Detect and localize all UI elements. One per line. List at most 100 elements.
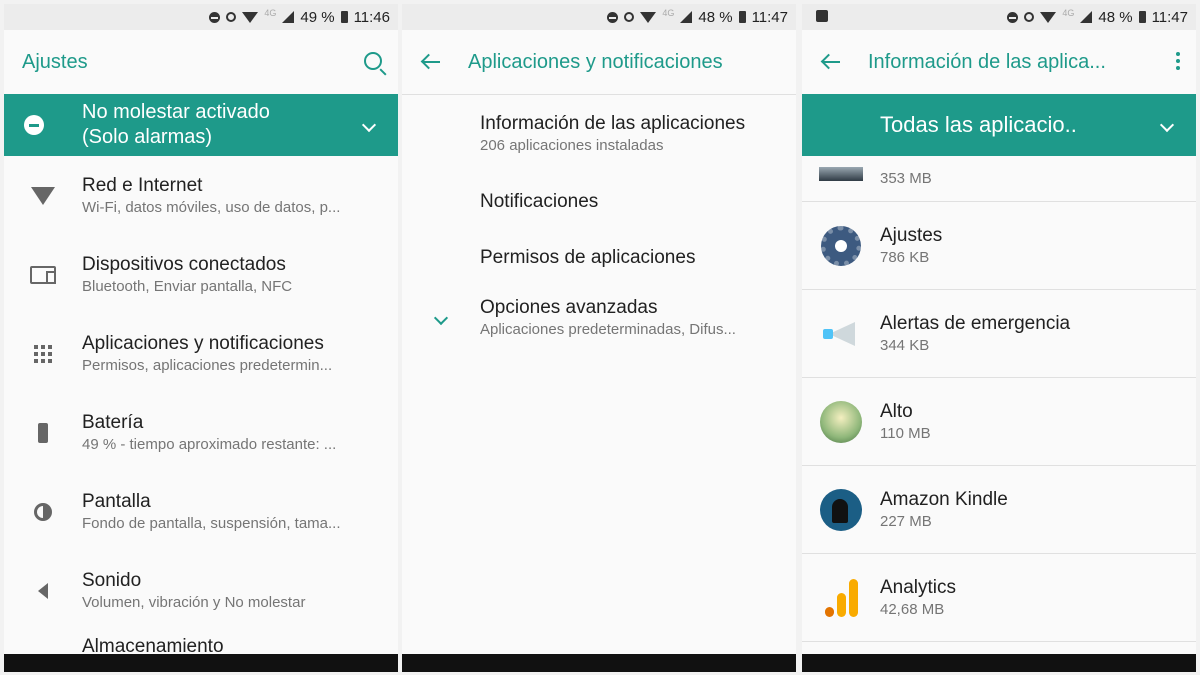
app-bar: Aplicaciones y notificaciones xyxy=(402,30,796,95)
dnd-text: No molestar activado (Solo alarmas) xyxy=(82,100,364,150)
item-title: Información de las aplicaciones xyxy=(480,113,746,134)
app-row-analytics[interactable]: Analytics 42,68 MB xyxy=(802,554,1196,642)
settings-item-devices[interactable]: Dispositivos conectados Bluetooth, Enviar… xyxy=(4,235,398,314)
do-not-disturb-icon xyxy=(24,115,44,135)
dnd-mode: (Solo alarmas) xyxy=(82,126,213,148)
network-type: 4G xyxy=(662,8,675,18)
signal-icon xyxy=(1080,11,1093,23)
brightness-icon xyxy=(34,502,52,521)
item-subtitle: Aplicaciones predeterminadas, Difus... xyxy=(480,321,736,338)
more-options-icon[interactable] xyxy=(1176,52,1180,70)
kindle-icon xyxy=(820,488,862,531)
alarm-icon xyxy=(1024,12,1035,22)
chevron-down-icon xyxy=(433,310,449,326)
status-bar: 4G 48 % 11:47 xyxy=(802,4,1196,30)
alarm-icon xyxy=(624,12,635,22)
app-row-ajustes[interactable]: Ajustes 786 KB xyxy=(802,202,1196,290)
network-type: 4G xyxy=(264,8,277,18)
app-bar: Ajustes xyxy=(4,30,398,95)
analytics-icon xyxy=(824,578,858,617)
chevron-down-icon[interactable] xyxy=(361,117,377,133)
dnd-status-icon xyxy=(607,11,619,23)
item-title: Permisos de aplicaciones xyxy=(480,247,696,268)
back-arrow-icon[interactable] xyxy=(420,51,442,73)
wifi-status-icon xyxy=(242,11,259,23)
item-subtitle: 206 aplicaciones instaladas xyxy=(480,137,664,154)
search-icon[interactable] xyxy=(364,52,382,70)
item-title: Pantalla xyxy=(82,490,151,512)
filter-label: Todas las aplicacio.. xyxy=(880,112,1077,137)
navigation-bar xyxy=(4,654,398,672)
item-title: Aplicaciones y notificaciones xyxy=(82,332,324,354)
installed-apps-list: 353 MB Ajustes 786 KB Alertas de emergenc… xyxy=(802,156,1196,642)
app-info-screen: 4G 48 % 11:47 Información de las aplica.… xyxy=(802,4,1196,672)
apps-grid-icon xyxy=(34,344,52,363)
network-type: 4G xyxy=(1062,8,1075,18)
settings-item-network[interactable]: Red e Internet Wi-Fi, datos móviles, uso … xyxy=(4,156,398,235)
page-title: Aplicaciones y notificaciones xyxy=(468,50,723,73)
settings-item-display[interactable]: Pantalla Fondo de pantalla, suspensión, t… xyxy=(4,472,398,551)
battery-status-icon xyxy=(738,11,746,23)
devices-icon xyxy=(30,265,56,284)
back-arrow-icon[interactable] xyxy=(820,51,842,73)
dnd-banner[interactable]: No molestar activado (Solo alarmas) xyxy=(4,94,398,156)
item-subtitle: Fondo de pantalla, suspensión, tama... xyxy=(82,514,341,532)
app-size: 344 KB xyxy=(880,336,930,354)
app-name: Analytics xyxy=(880,576,957,598)
battery-status-icon xyxy=(340,11,348,23)
item-title: Red e Internet xyxy=(82,174,203,196)
signal-icon xyxy=(680,11,693,23)
settings-item-apps[interactable]: Aplicaciones y notificaciones Permisos, a… xyxy=(4,314,398,393)
menu-item-notifications[interactable]: Notificaciones xyxy=(402,173,796,231)
app-row-kindle[interactable]: Amazon Kindle 227 MB xyxy=(802,466,1196,554)
battery-percent: 48 % xyxy=(1098,8,1133,26)
battery-icon xyxy=(38,422,48,443)
item-title: Dispositivos conectados xyxy=(82,253,286,275)
app-row-alertas[interactable]: Alertas de emergencia 344 KB xyxy=(802,290,1196,378)
apps-notifications-screen: 4G 48 % 11:47 Aplicaciones y notificacio… xyxy=(402,4,796,672)
chevron-down-icon xyxy=(1159,117,1175,133)
item-subtitle: Wi-Fi, datos móviles, uso de datos, p... xyxy=(82,198,341,216)
signal-icon xyxy=(282,11,295,23)
menu-item-app-permissions[interactable]: Permisos de aplicaciones xyxy=(402,231,796,285)
item-title: Notificaciones xyxy=(480,191,599,212)
app-row-alto[interactable]: Alto 110 MB xyxy=(802,378,1196,466)
page-title: Información de las aplica... xyxy=(868,50,1106,73)
app-name: Alertas de emergencia xyxy=(880,312,1071,334)
item-title: Opciones avanzadas xyxy=(480,297,658,318)
item-subtitle: Bluetooth, Enviar pantalla, NFC xyxy=(82,277,293,295)
alarm-icon xyxy=(226,12,237,22)
navigation-bar xyxy=(402,654,796,672)
app-size: 42,68 MB xyxy=(880,600,945,618)
settings-item-sound[interactable]: Sonido Volumen, vibración y No molestar xyxy=(4,551,398,630)
menu-item-advanced[interactable]: Opciones avanzadas Aplicaciones predeterm… xyxy=(402,285,796,351)
settings-screen: 4G 49 % 11:46 Ajustes No molestar activa… xyxy=(4,4,398,672)
item-title: Batería xyxy=(82,411,144,433)
wifi-status-icon xyxy=(1040,11,1057,23)
settings-gear-icon xyxy=(821,225,861,266)
app-filter-dropdown[interactable]: Todas las aplicacio.. xyxy=(802,94,1196,156)
item-subtitle: Permisos, aplicaciones predetermin... xyxy=(82,356,333,374)
settings-item-battery[interactable]: Batería 49 % - tiempo aproximado restante… xyxy=(4,393,398,472)
three-phone-screenshots: 4G 49 % 11:46 Ajustes No molestar activa… xyxy=(0,0,1200,675)
menu-item-app-info[interactable]: Información de las aplicaciones 206 aplic… xyxy=(402,95,796,173)
item-subtitle: Volumen, vibración y No molestar xyxy=(82,593,306,611)
item-title: Sonido xyxy=(82,569,142,591)
battery-percent: 49 % xyxy=(300,8,335,26)
page-title: Ajustes xyxy=(22,50,88,73)
speaker-icon xyxy=(38,582,48,599)
app-size: 786 KB xyxy=(880,248,930,266)
app-size: 227 MB xyxy=(880,512,932,530)
navigation-bar xyxy=(802,654,1196,672)
dnd-title: No molestar activado xyxy=(82,101,270,123)
clock: 11:47 xyxy=(751,8,788,26)
wifi-icon xyxy=(31,186,55,205)
app-bar: Información de las aplica... xyxy=(802,30,1196,95)
app-size: 110 MB xyxy=(880,424,931,442)
app-row[interactable]: 353 MB xyxy=(802,156,1196,202)
app-name: Amazon Kindle xyxy=(880,488,1008,510)
app-name: Alto xyxy=(880,400,913,422)
app-size: 353 MB xyxy=(880,169,932,187)
wifi-status-icon xyxy=(640,11,657,23)
battery-status-icon xyxy=(1138,11,1146,23)
